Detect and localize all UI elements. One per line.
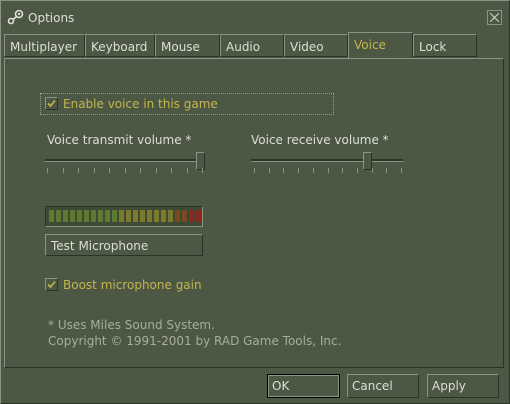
steam-logo-icon [7, 9, 25, 25]
ok-button[interactable]: OK [267, 374, 340, 398]
cancel-button[interactable]: Cancel [347, 374, 419, 398]
boost-gain-label[interactable]: Boost microphone gain [63, 278, 202, 292]
slider-tick [94, 168, 95, 173]
copyright-text: Copyright © 1991-2001 by RAD Game Tools,… [48, 334, 342, 348]
close-icon [490, 13, 499, 22]
tab-lock[interactable]: Lock [413, 34, 477, 57]
slider-tick [269, 168, 270, 173]
meter-segment [196, 210, 201, 222]
slider-tick [156, 168, 157, 173]
slider-tick [372, 168, 373, 173]
title-bar: Options [1, 1, 509, 33]
meter-segment [119, 210, 124, 222]
slider-tick [125, 168, 126, 173]
slider-tick [313, 168, 314, 173]
meter-segment [133, 210, 138, 222]
miles-footnote: * Uses Miles Sound System. [48, 318, 215, 332]
slider-tick [140, 168, 141, 173]
meter-segment [84, 210, 89, 222]
slider-tick [202, 168, 203, 173]
meter-segment [175, 210, 180, 222]
meter-segment [49, 210, 54, 222]
voice-level-meter [45, 206, 203, 227]
meter-segment [126, 210, 131, 222]
tab-voice[interactable]: Voice [348, 32, 413, 58]
slider-tick [78, 168, 79, 173]
slider-tick [254, 168, 255, 173]
meter-segment [182, 210, 187, 222]
meter-segment [147, 210, 152, 222]
meter-segment [161, 210, 166, 222]
slider-tick [386, 168, 387, 173]
test-microphone-button[interactable]: Test Microphone [45, 234, 203, 256]
meter-segment [189, 210, 194, 222]
receive-volume-track[interactable] [251, 159, 403, 162]
slider-tick [298, 168, 299, 173]
checkmark-icon [47, 99, 56, 108]
slider-tick [357, 168, 358, 173]
transmit-volume-ticks [47, 168, 203, 174]
transmit-volume-track[interactable] [45, 159, 205, 162]
meter-segment [56, 210, 61, 222]
meter-segment [63, 210, 68, 222]
options-window: Options Multiplayer Keyboard Mouse Audio… [0, 0, 510, 404]
tab-bar: Multiplayer Keyboard Mouse Audio Video V… [4, 32, 504, 58]
receive-volume-label: Voice receive volume * [251, 133, 389, 147]
enable-voice-label[interactable]: Enable voice in this game [63, 97, 218, 111]
tab-video[interactable]: Video [284, 34, 348, 57]
slider-tick [109, 168, 110, 173]
tab-audio[interactable]: Audio [220, 34, 284, 57]
slider-tick [401, 168, 402, 173]
meter-segment [154, 210, 159, 222]
meter-segment [105, 210, 110, 222]
slider-tick [283, 168, 284, 173]
transmit-volume-label: Voice transmit volume * [47, 133, 192, 147]
meter-segment [91, 210, 96, 222]
checkmark-icon [47, 280, 56, 289]
boost-gain-checkbox[interactable] [45, 278, 58, 291]
slider-tick [63, 168, 64, 173]
close-button[interactable] [487, 10, 502, 25]
meter-segment [98, 210, 103, 222]
meter-segment [112, 210, 117, 222]
slider-tick [171, 168, 172, 173]
tab-multiplayer[interactable]: Multiplayer [4, 34, 85, 57]
meter-segment [140, 210, 145, 222]
receive-volume-ticks [254, 168, 402, 174]
enable-voice-checkbox[interactable] [45, 97, 58, 110]
meter-segment [168, 210, 173, 222]
meter-segment [70, 210, 75, 222]
slider-tick [328, 168, 329, 173]
meter-segment [77, 210, 82, 222]
slider-tick [47, 168, 48, 173]
tab-mouse[interactable]: Mouse [155, 34, 220, 57]
window-title: Options [28, 11, 75, 25]
slider-tick [187, 168, 188, 173]
apply-button[interactable]: Apply [427, 374, 499, 398]
tab-keyboard[interactable]: Keyboard [85, 34, 155, 57]
slider-tick [342, 168, 343, 173]
